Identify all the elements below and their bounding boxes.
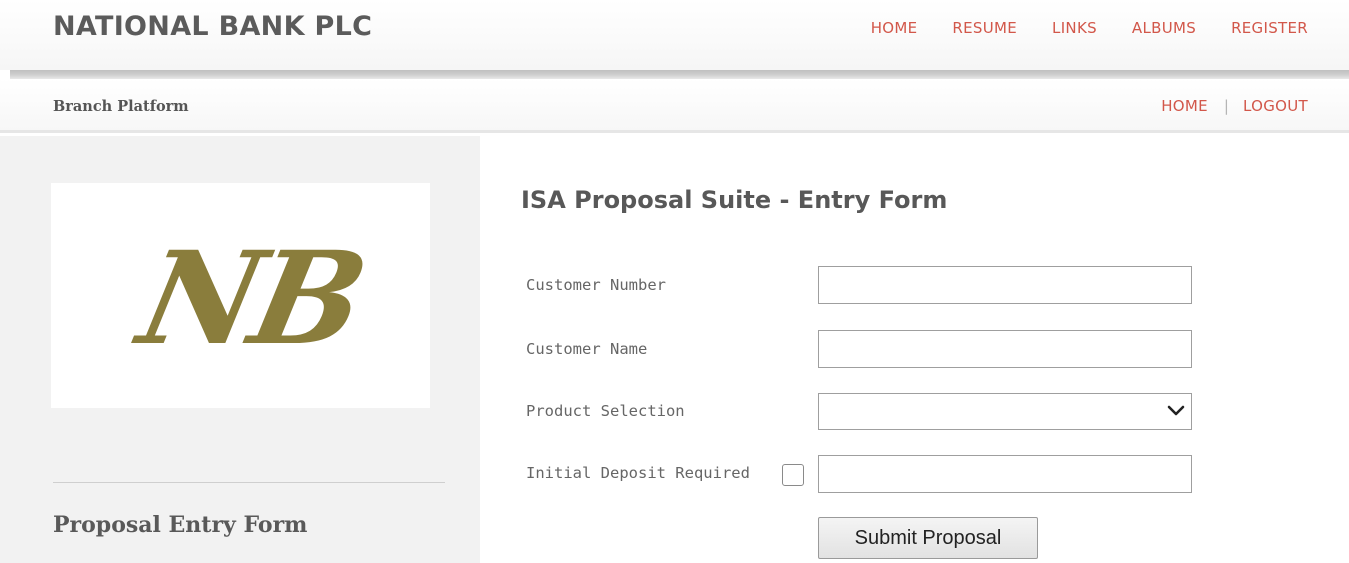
product-selection-label: Product Selection [526,402,685,420]
chevron-down-icon [1167,405,1185,416]
sub-header: Branch Platform HOME | LOGOUT [0,79,1349,133]
product-selection-dropdown[interactable] [818,393,1192,430]
initial-deposit-label: Initial Deposit Required [526,464,750,482]
customer-name-input[interactable] [818,330,1192,368]
top-header: NATIONAL BANK PLC HOME RESUME LINKS ALBU… [0,0,1349,70]
subnav-separator: | [1223,97,1229,115]
sidebar-heading: Proposal Entry Form [53,512,308,538]
top-nav: HOME RESUME LINKS ALBUMS REGISTER [836,19,1308,37]
header-divider [10,70,1349,79]
subnav-logout[interactable]: LOGOUT [1243,97,1308,115]
customer-number-label: Customer Number [526,276,666,294]
sidebar-divider [53,482,445,483]
customer-number-input[interactable] [818,266,1192,304]
nav-register[interactable]: REGISTER [1231,19,1308,37]
nav-links[interactable]: LINKS [1052,19,1097,37]
brand-title: NATIONAL BANK PLC [53,11,373,42]
nb-logo-icon: NB [124,222,374,373]
sidebar: NB Proposal Entry Form [0,136,480,563]
nav-resume[interactable]: RESUME [952,19,1017,37]
initial-deposit-input[interactable] [818,455,1192,493]
page-title: ISA Proposal Suite - Entry Form [521,186,948,214]
submit-proposal-button[interactable]: Submit Proposal [818,517,1038,559]
sub-nav: HOME | LOGOUT [1161,97,1308,115]
nav-home[interactable]: HOME [871,19,918,37]
logo: NB [51,183,430,408]
customer-name-label: Customer Name [526,340,648,358]
subnav-home[interactable]: HOME [1161,97,1208,115]
nav-albums[interactable]: ALBUMS [1132,19,1196,37]
platform-title: Branch Platform [53,98,189,115]
initial-deposit-checkbox[interactable] [782,464,804,486]
logo-lettering: NB [124,222,374,373]
